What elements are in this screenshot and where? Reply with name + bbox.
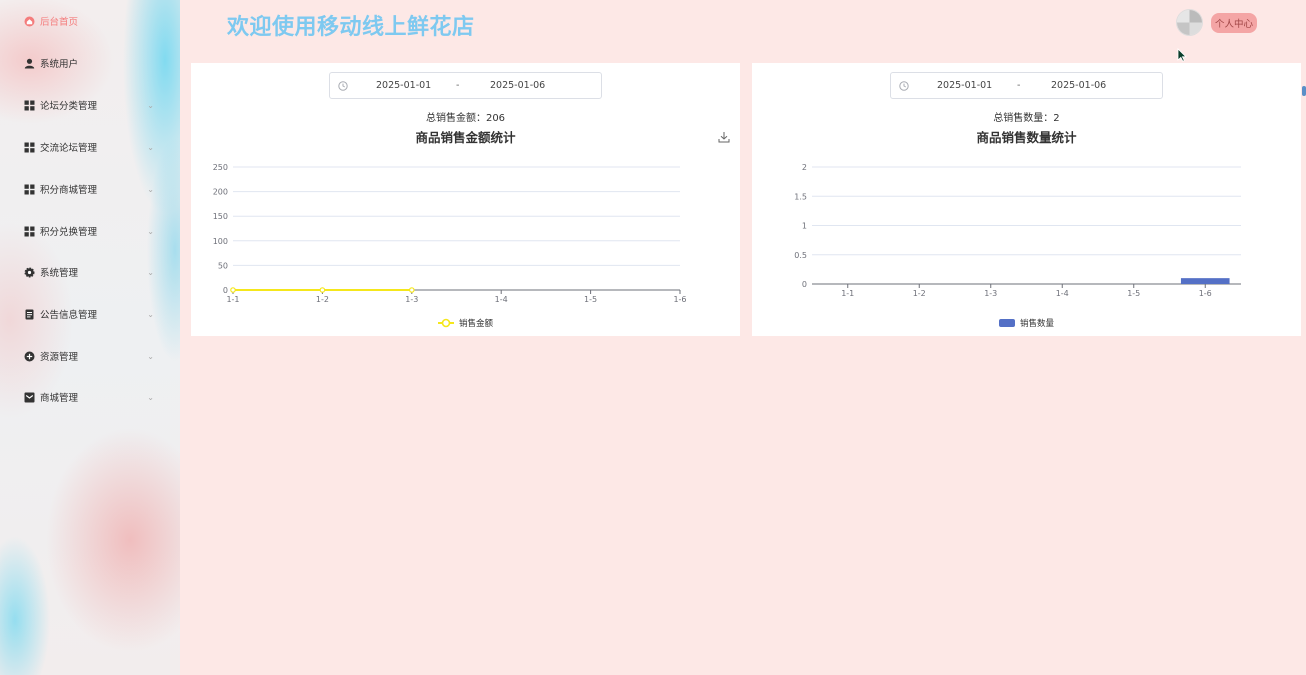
bar-chart: 0 0.5 1 1.5 2 1-1 1-2 1-3 1-4 1-5 1-6: [794, 163, 1241, 298]
home-icon: [24, 16, 35, 27]
y-tick-label: 0.5: [794, 251, 807, 260]
sidebar-item-system-users[interactable]: 系统用户: [24, 53, 174, 73]
sidebar: 后台首页 系统用户 论坛分类管理 ⌄ 交流论坛管理 ⌄ 积分商城管理 ⌄ 积分兑…: [0, 0, 180, 675]
end-date-input[interactable]: 2025-01-06: [490, 80, 545, 91]
sidebar-item-label: 论坛分类管理: [40, 101, 98, 112]
start-date-input[interactable]: 2025-01-01: [376, 80, 431, 91]
chevron-down-icon: ⌄: [147, 226, 154, 236]
y-tick-label: 50: [218, 261, 228, 270]
data-point: [409, 287, 415, 293]
grid-icon: [24, 142, 35, 153]
y-tick-label: 1: [802, 222, 807, 231]
data-point: [319, 287, 326, 293]
x-tick-label: 1-1: [226, 295, 239, 304]
download-icon[interactable]: [718, 131, 730, 143]
sidebar-item-label: 后台首页: [40, 17, 79, 28]
x-tick-label: 1-2: [913, 289, 926, 298]
grid-icon: [24, 100, 35, 111]
chart-legend[interactable]: 销售数量: [752, 317, 1301, 329]
sidebar-item-forum-category[interactable]: 论坛分类管理 ⌄: [24, 95, 174, 115]
data-point: [230, 287, 236, 293]
sidebar-item-resource[interactable]: 资源管理 ⌄: [24, 346, 174, 366]
sidebar-item-label: 系统管理: [40, 268, 79, 279]
date-separator: -: [456, 80, 460, 91]
legend-label: 销售数量: [1019, 319, 1054, 329]
x-tick-label: 1-6: [1199, 289, 1212, 298]
sidebar-item-label: 资源管理: [40, 352, 79, 363]
avatar[interactable]: [1177, 10, 1202, 35]
start-date-input[interactable]: 2025-01-01: [937, 80, 992, 91]
end-date-input[interactable]: 2025-01-06: [1051, 80, 1106, 91]
clock-icon: [338, 81, 348, 91]
date-range-picker[interactable]: 2025-01-01 - 2025-01-06: [890, 72, 1163, 99]
sidebar-item-home[interactable]: 后台首页: [24, 11, 174, 31]
y-tick-label: 100: [213, 237, 228, 246]
x-tick-label: 1-5: [584, 295, 597, 304]
sales-quantity-card: 2025-01-01 - 2025-01-06 总销售数量：2 商品销售数量统计…: [752, 63, 1301, 336]
document-icon: [24, 309, 35, 320]
y-tick-label: 200: [213, 188, 228, 197]
total-sales-amount: 总销售金额：206: [425, 113, 506, 124]
y-tick-label: 2: [802, 163, 807, 172]
mail-icon: [24, 392, 35, 403]
line-chart: 0 50 100 150 200 250 1-1 1-2 1-3 1-4 1-5 1-6: [213, 163, 687, 304]
sidebar-item-label: 商城管理: [40, 393, 79, 404]
legend-bar-marker: [998, 319, 1015, 327]
chart-title: 商品销售金额统计: [415, 130, 516, 145]
sidebar-item-forum[interactable]: 交流论坛管理 ⌄: [24, 137, 174, 157]
sidebar-item-label: 系统用户: [40, 59, 79, 70]
user-icon: [24, 58, 35, 69]
legend-label: 销售金额: [458, 319, 493, 329]
x-tick-label: 1-3: [405, 295, 418, 304]
date-separator: -: [1017, 80, 1021, 91]
x-tick-label: 1-1: [841, 289, 854, 298]
chevron-down-icon: ⌄: [147, 267, 154, 277]
x-tick-label: 1-6: [673, 295, 686, 304]
clock-icon: [899, 81, 909, 91]
x-tick-label: 1-3: [984, 289, 997, 298]
sidebar-item-notice[interactable]: 公告信息管理 ⌄: [24, 304, 174, 324]
chevron-down-icon: ⌄: [147, 184, 154, 194]
x-tick-label: 1-5: [1127, 289, 1140, 298]
y-tick-label: 0: [802, 280, 807, 289]
y-tick-label: 1.5: [794, 192, 807, 201]
site-title: 欢迎使用移动线上鲜花店: [227, 15, 475, 40]
sidebar-item-label: 公告信息管理: [40, 310, 98, 321]
x-tick-label: 1-4: [1056, 289, 1069, 298]
chart-title: 商品销售数量统计: [976, 130, 1077, 145]
sidebar-item-mall[interactable]: 商城管理 ⌄: [24, 387, 174, 407]
chevron-down-icon: ⌄: [147, 309, 154, 319]
x-tick-label: 1-4: [495, 295, 508, 304]
sidebar-item-label: 交流论坛管理: [40, 143, 98, 154]
chevron-down-icon: ⌄: [147, 142, 154, 152]
scrollbar-thumb[interactable]: [1302, 86, 1306, 96]
sidebar-item-label: 积分兑换管理: [40, 227, 98, 238]
y-tick-label: 250: [213, 163, 228, 172]
chevron-down-icon: ⌄: [147, 351, 154, 361]
y-tick-label: 0: [223, 286, 228, 295]
y-tick-label: 150: [213, 212, 228, 221]
sidebar-item-label: 积分商城管理: [40, 185, 98, 196]
sidebar-item-points-exchange[interactable]: 积分兑换管理 ⌄: [24, 221, 174, 241]
plus-circle-icon: [24, 351, 35, 362]
legend-line-marker: [437, 318, 454, 328]
bar: [1180, 278, 1230, 284]
gear-icon: [24, 267, 35, 278]
x-tick-label: 1-2: [316, 295, 329, 304]
total-sales-quantity: 总销售数量：2: [993, 113, 1060, 124]
sidebar-item-points-mall[interactable]: 积分商城管理 ⌄: [24, 179, 174, 199]
chart-legend[interactable]: 销售金额: [191, 317, 740, 329]
grid-icon: [24, 226, 35, 237]
chevron-down-icon: ⌄: [147, 100, 154, 110]
chevron-down-icon: ⌄: [147, 392, 154, 402]
sales-amount-card: 2025-01-01 - 2025-01-06 总销售金额：206 商品销售金额…: [191, 63, 740, 336]
date-range-picker[interactable]: 2025-01-01 - 2025-01-06: [329, 72, 602, 99]
mouse-cursor-icon: [1177, 48, 1187, 62]
grid-icon: [24, 184, 35, 195]
profile-center-button[interactable]: 个人中心: [1211, 13, 1257, 33]
sidebar-item-system[interactable]: 系统管理 ⌄: [24, 262, 174, 282]
